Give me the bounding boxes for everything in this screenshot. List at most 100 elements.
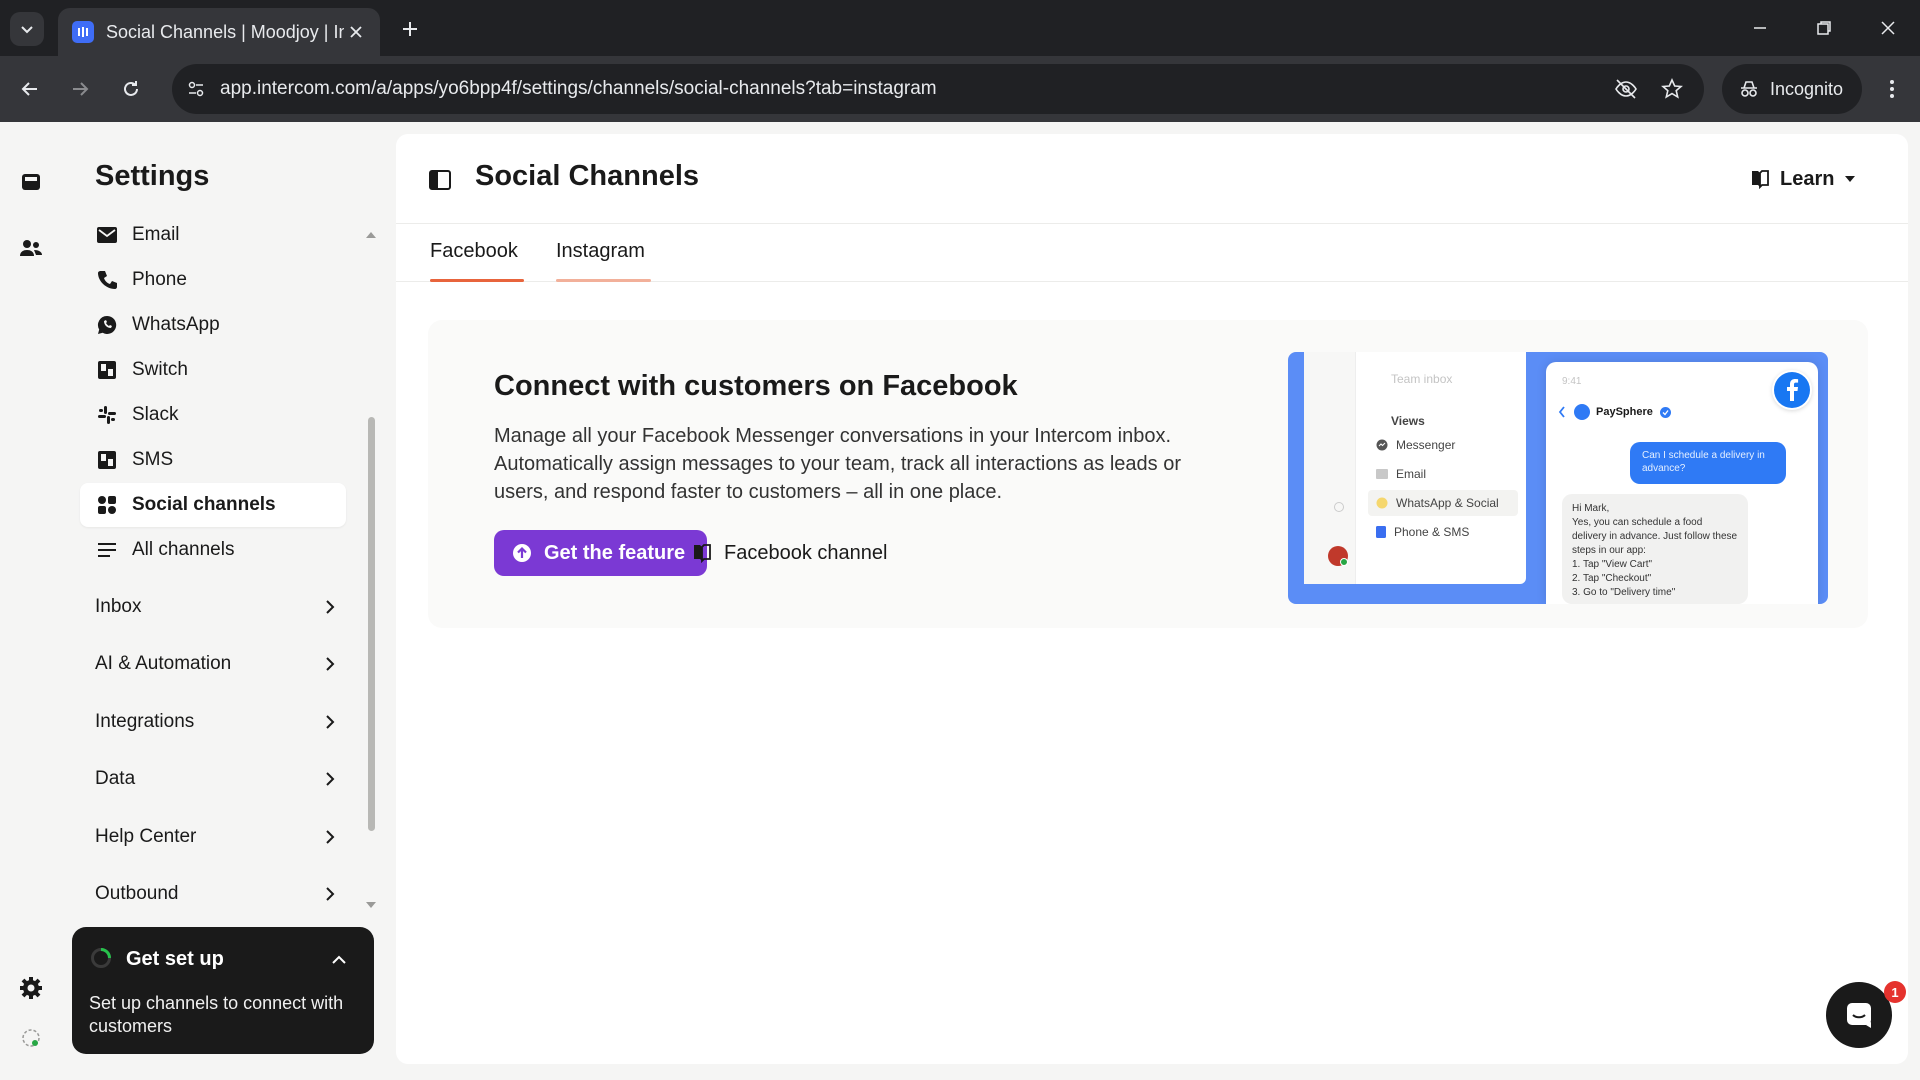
scroll-up-arrow[interactable] [364,228,378,242]
sidebar-toggle-icon[interactable] [428,168,452,192]
notification-badge: 1 [1884,981,1906,1003]
messenger-launcher-button[interactable] [1826,982,1892,1048]
get-the-feature-label: Get the feature [544,541,686,564]
address-bar[interactable]: app.intercom.com/a/apps/yo6bpp4f/setting… [172,64,1704,114]
illustration-view-item: Phone & SMS [1368,519,1518,545]
incognito-indicator[interactable]: Incognito [1722,64,1862,114]
sidebar-section-integrations[interactable]: Integrations [95,702,335,742]
get-the-feature-button[interactable]: Get the feature [494,530,708,576]
browser-toolbar: app.intercom.com/a/apps/yo6bpp4f/setting… [0,56,1920,122]
page-header: Social Channels Learn [396,134,1908,224]
chevron-right-icon [326,772,335,786]
sidebar-item-switch[interactable]: Switch [80,348,346,392]
chevron-down-icon [21,26,33,34]
sidebar-section-label: Outbound [95,883,179,904]
tab-facebook[interactable]: Facebook [430,240,524,282]
get-set-up-card[interactable]: Get set up Set up channels to connect wi… [72,927,374,1054]
tab-title: Social Channels | Moodjoy | Int [106,21,344,42]
sidebar-section-label: Inbox [95,596,142,617]
chevron-right-icon [326,600,335,614]
reload-button[interactable] [115,73,147,105]
progress-ring-icon [91,948,111,968]
site-info-icon[interactable] [180,73,212,105]
whatsapp-icon [96,314,118,336]
arrow-left-icon [21,82,37,96]
incognito-icon [1741,81,1757,97]
gear-icon [20,977,42,999]
intercom-favicon-icon [72,21,94,43]
sidebar-item-label: Email [132,224,180,245]
sidebar-item-phone[interactable]: Phone [80,258,346,302]
active-tab-underline [430,279,524,282]
tab-label: Instagram [556,240,645,262]
sidebar-section-ai-automation[interactable]: AI & Automation [95,644,335,684]
sidebar-section-label: Help Center [95,826,197,847]
profile-status-button[interactable] [13,1020,49,1056]
restore-button[interactable] [1804,12,1844,44]
back-button[interactable] [14,73,46,105]
avatar-icon [22,1029,40,1047]
slack-icon [96,404,118,426]
promo-title: Connect with customers on Facebook [494,370,1018,402]
main-content-panel: Social Channels Learn Facebook Instagram… [396,134,1908,1064]
tab-close-icon[interactable] [344,20,368,44]
scroll-down-arrow[interactable] [364,898,378,912]
inbox-icon [22,174,40,190]
app-nav-rail [0,122,62,1080]
sidebar-section-inbox[interactable]: Inbox [95,587,335,627]
incognito-label: Incognito [1770,78,1844,99]
minimize-button[interactable] [1740,12,1780,44]
arrow-right-icon [73,82,89,96]
sidebar-item-slack[interactable]: Slack [80,393,346,437]
book-icon [694,544,711,563]
sidebar-item-social-channels[interactable]: Social channels [80,483,346,527]
chevron-right-icon [326,715,335,729]
sidebar-item-whatsapp[interactable]: WhatsApp [80,303,346,347]
sidebar-item-label: Phone [132,269,187,290]
illustration-outgoing-message: Can I schedule a delivery in advance? [1630,442,1786,484]
contacts-icon [20,240,42,256]
sidebar-item-sms[interactable]: SMS [80,438,346,482]
sidebar-item-label: WhatsApp [132,314,220,335]
chevron-right-icon [326,657,335,671]
sidebar-section-help-center[interactable]: Help Center [95,817,335,857]
sidebar-section-outbound[interactable]: Outbound [95,874,335,914]
plus-icon [403,22,417,36]
settings-nav-button[interactable] [13,970,49,1006]
illustration-view-item: Email [1368,461,1518,487]
promo-description: Manage all your Facebook Messenger conve… [494,425,1181,503]
learn-button[interactable]: Learn [1738,158,1866,200]
channel-tabs: Facebook Instagram [396,224,1908,282]
all-channels-icon [96,539,118,561]
sidebar-section-data[interactable]: Data [95,759,335,799]
sidebar-item-email[interactable]: Email [80,213,346,257]
bookmark-star-icon[interactable] [1658,75,1686,103]
sidebar-title: Settings [95,160,210,192]
phone-icon [96,269,118,291]
close-window-button[interactable] [1868,12,1908,44]
sms-icon [96,449,118,471]
tab-instagram[interactable]: Instagram [556,240,651,282]
email-icon [1376,469,1388,479]
sidebar-item-all-channels[interactable]: All channels [80,528,346,572]
facebook-channel-link[interactable]: Facebook channel [692,530,887,576]
new-tab-button[interactable] [395,14,425,44]
inbox-nav-button[interactable] [13,164,49,200]
sidebar-scrollbar[interactable] [368,417,375,831]
eye-off-icon[interactable] [1612,75,1640,103]
sidebar-item-label: All channels [132,539,235,560]
browser-tab-bar: Social Channels | Moodjoy | Int [0,0,1920,56]
forward-button[interactable] [64,73,96,105]
arrow-up-circle-icon [513,544,531,562]
tab-search-button[interactable] [10,12,44,46]
contacts-nav-button[interactable] [13,230,49,266]
facebook-channel-label: Facebook channel [724,541,888,564]
browser-menu-button[interactable] [1876,73,1908,105]
phone-icon [1376,526,1386,538]
url-text: app.intercom.com/a/apps/yo6bpp4f/setting… [220,78,937,99]
setup-card-subtitle: Set up channels to connect with customer… [89,993,344,1036]
browser-tab-active[interactable]: Social Channels | Moodjoy | Int [58,8,380,56]
chevron-up-icon[interactable] [328,949,350,971]
settings-sidebar: Settings Email Phone WhatsApp Switch Sla… [62,134,384,1056]
sidebar-item-label: Social channels [132,494,276,515]
